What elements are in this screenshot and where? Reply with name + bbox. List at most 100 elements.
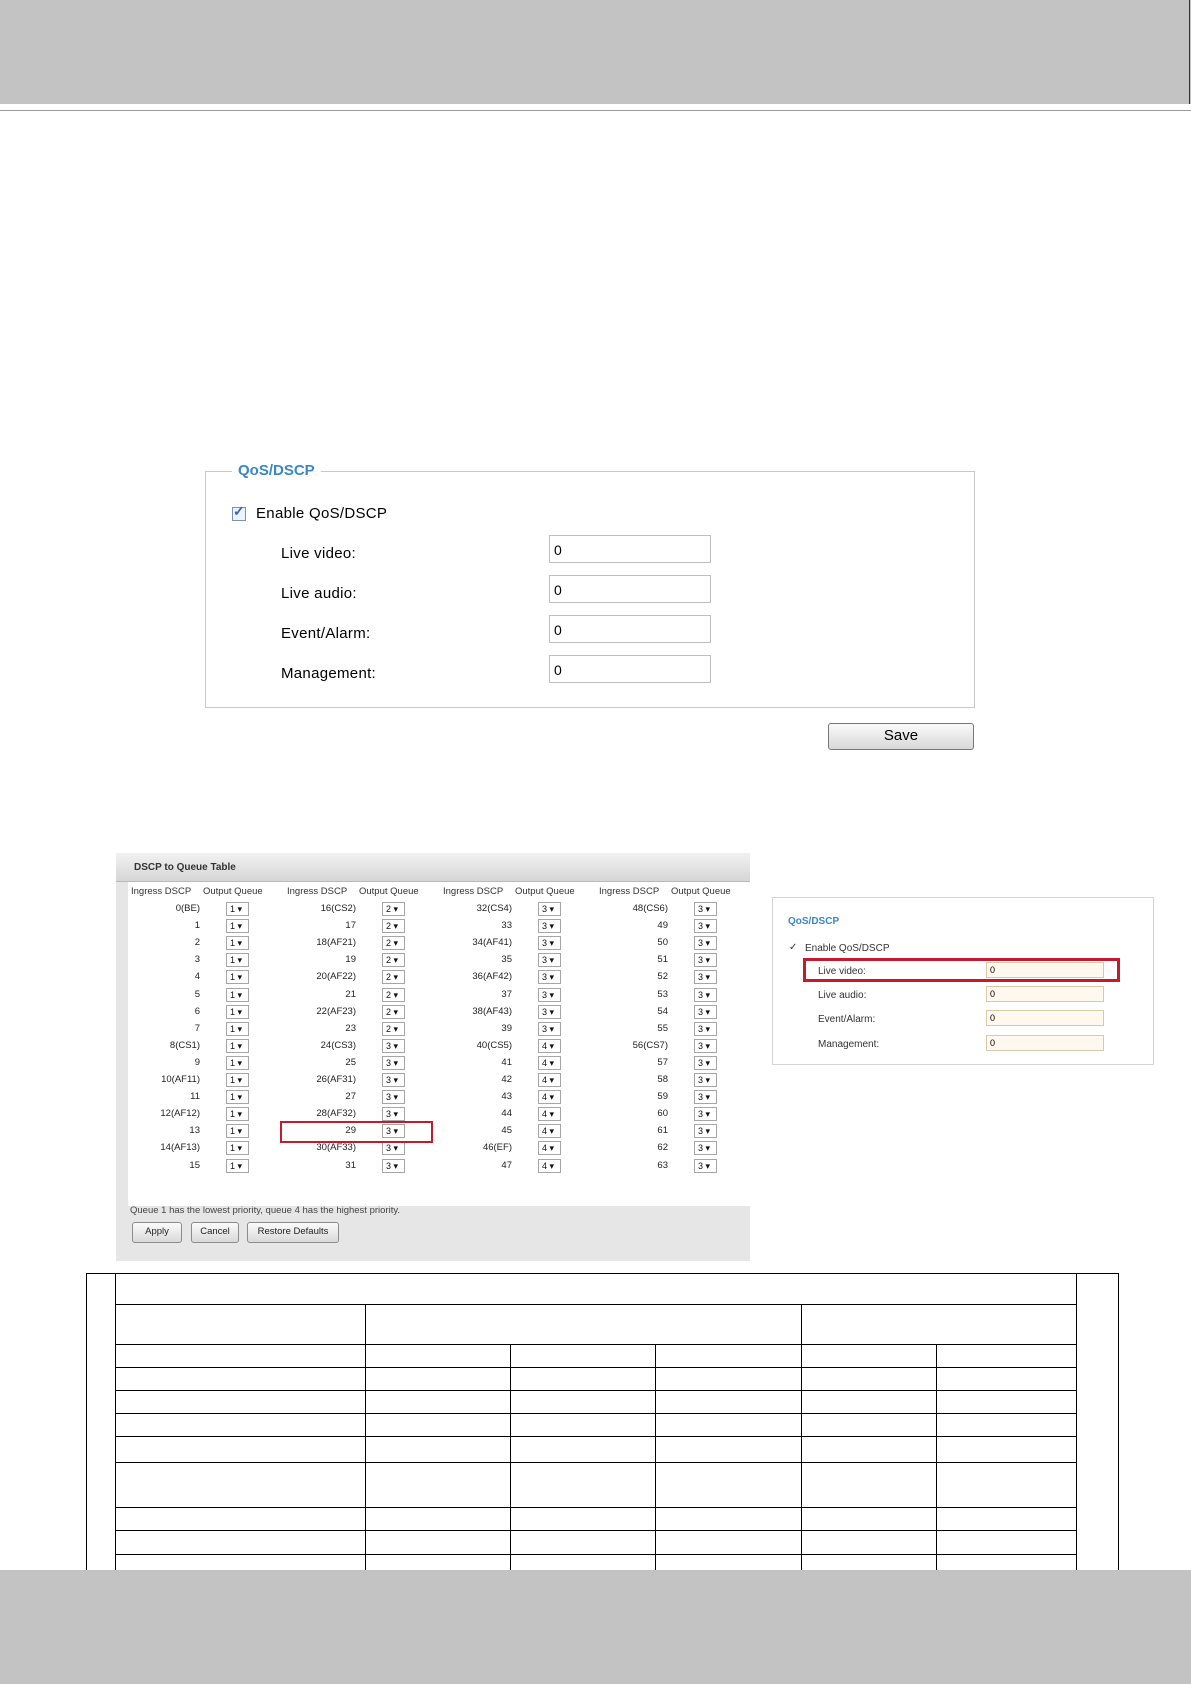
small-live-audio-input[interactable]: 0 (986, 986, 1104, 1002)
output-queue-select[interactable]: 3 ▾ (382, 1073, 405, 1087)
output-queue-select[interactable]: 1 ▾ (226, 1021, 249, 1036)
output-queue-select[interactable]: 1 ▾ (226, 1158, 249, 1173)
output-queue-select[interactable]: 3 ▾ (694, 970, 717, 985)
output-queue-select[interactable]: 1 ▾ (226, 970, 249, 985)
output-queue-select[interactable]: 3 ▾ (694, 1107, 717, 1122)
ingress-dscp-cell: 11 (190, 1091, 200, 1103)
output-queue-select[interactable]: 1 ▾ (226, 1141, 249, 1156)
output-queue-select[interactable]: 3 ▾ (538, 970, 561, 985)
output-queue-select[interactable]: 3 ▾ (694, 919, 717, 934)
output-queue-select[interactable]: 3 ▾ (694, 1004, 717, 1019)
apply-button[interactable]: Apply (132, 1222, 182, 1243)
ingress-dscp-cell: 28(AF32) (316, 1108, 356, 1120)
ingress-dscp-cell: 27 (345, 1091, 356, 1103)
output-queue-select[interactable]: 3 ▾ (382, 1090, 405, 1105)
output-queue-select[interactable]: 3 ▾ (382, 1141, 405, 1156)
output-queue-select[interactable]: 2 ▾ (382, 970, 405, 985)
output-queue-select[interactable]: 3 ▾ (382, 1107, 405, 1122)
output-queue-select[interactable]: 4 ▾ (538, 1107, 561, 1122)
output-queue-select[interactable]: 1 ▾ (226, 1107, 249, 1122)
output-queue-select[interactable]: 2 ▾ (382, 1021, 405, 1036)
table-cell (115, 1436, 366, 1463)
output-queue-select[interactable]: 3 ▾ (538, 902, 561, 916)
event-alarm-input[interactable]: 0 (549, 615, 711, 643)
output-queue-select[interactable]: 3 ▾ (694, 1141, 717, 1156)
output-queue-select[interactable]: 3 ▾ (382, 1055, 405, 1070)
output-queue-select[interactable]: 3 ▾ (694, 902, 717, 916)
output-queue-select[interactable]: 3 ▾ (694, 1090, 717, 1105)
output-queue-select[interactable]: 2 ▾ (382, 936, 405, 951)
table-cell (655, 1344, 803, 1368)
output-queue-select[interactable]: 1 ▾ (226, 1038, 249, 1053)
table-cell (801, 1507, 938, 1531)
output-queue-select[interactable]: 1 ▾ (226, 1055, 249, 1070)
output-queue-select[interactable]: 3 ▾ (694, 1038, 717, 1053)
output-queue-select[interactable]: 1 ▾ (226, 1073, 249, 1087)
table-cell (801, 1390, 938, 1414)
output-queue-select[interactable]: 3 ▾ (694, 1021, 717, 1036)
output-queue-select[interactable]: 1 ▾ (226, 936, 249, 951)
output-queue-select[interactable]: 1 ▾ (226, 1004, 249, 1019)
table-row (115, 1413, 1077, 1437)
small-management-input[interactable]: 0 (986, 1035, 1104, 1051)
cancel-button[interactable]: Cancel (191, 1222, 239, 1243)
output-queue-select[interactable]: 3 ▾ (694, 1158, 717, 1173)
ingress-dscp-cell: 8(CS1) (169, 1039, 200, 1051)
output-queue-select[interactable]: 4 ▾ (538, 1158, 561, 1173)
output-queue-select[interactable]: 2 ▾ (382, 953, 405, 968)
table-cell (509, 1413, 657, 1437)
output-queue-select[interactable]: 3 ▾ (694, 1073, 717, 1087)
header-divider (0, 110, 1191, 111)
ingress-dscp-cell: 33 (501, 920, 512, 932)
output-queue-select[interactable]: 1 ▾ (226, 953, 249, 968)
output-queue-select[interactable]: 4 ▾ (538, 1073, 561, 1087)
output-queue-select[interactable]: 3 ▾ (694, 953, 717, 968)
output-queue-select[interactable]: 4 ▾ (538, 1141, 561, 1156)
live-video-input[interactable]: 0 (549, 535, 711, 563)
output-queue-select[interactable]: 3 ▾ (694, 1055, 717, 1070)
output-queue-select[interactable]: 3 ▾ (382, 1158, 405, 1173)
table-cell (936, 1413, 1077, 1437)
table-cell (509, 1344, 657, 1368)
output-queue-select[interactable]: 3 ▾ (694, 1124, 717, 1139)
ingress-dscp-cell: 41 (501, 1056, 512, 1068)
table-cell (364, 1462, 511, 1508)
ingress-dscp-cell: 45 (501, 1125, 512, 1137)
ingress-dscp-cell: 1 (194, 920, 200, 932)
save-button[interactable]: Save (828, 723, 974, 750)
output-queue-select[interactable]: 3 ▾ (538, 936, 561, 951)
live-audio-input[interactable]: 0 (549, 575, 711, 603)
output-queue-select[interactable]: 3 ▾ (538, 1004, 561, 1019)
output-queue-select[interactable]: 2 ▾ (382, 987, 405, 1002)
output-queue-select[interactable]: 3 ▾ (694, 936, 717, 951)
output-queue-select[interactable]: 1 ▾ (226, 1124, 249, 1139)
output-queue-select[interactable]: 3 ▾ (382, 1038, 405, 1053)
output-queue-select[interactable]: 3 ▾ (538, 987, 561, 1002)
table-cell (364, 1530, 511, 1555)
management-input[interactable]: 0 (549, 655, 711, 683)
table-cell (364, 1304, 803, 1345)
output-queue-select[interactable]: 1 ▾ (226, 902, 249, 916)
output-queue-select[interactable]: 1 ▾ (226, 919, 249, 934)
small-event-alarm-input[interactable]: 0 (986, 1010, 1104, 1026)
output-queue-select[interactable]: 4 ▾ (538, 1090, 561, 1105)
ingress-dscp-cell: 42 (501, 1074, 512, 1085)
output-queue-select[interactable]: 4 ▾ (538, 1055, 561, 1070)
output-queue-select[interactable]: 2 ▾ (382, 902, 405, 916)
output-queue-select[interactable]: 3 ▾ (538, 953, 561, 968)
output-queue-select[interactable]: 3 ▾ (694, 987, 717, 1002)
output-queue-select[interactable]: 2 ▾ (382, 1004, 405, 1019)
table-row (115, 1507, 1077, 1531)
output-queue-select[interactable]: 3 ▾ (538, 1021, 561, 1036)
table-cell (364, 1413, 511, 1437)
output-queue-select[interactable]: 1 ▾ (226, 1090, 249, 1105)
output-queue-select[interactable]: 3 ▾ (538, 919, 561, 934)
output-queue-select[interactable]: 4 ▾ (538, 1038, 561, 1053)
output-queue-select[interactable]: 2 ▾ (382, 919, 405, 934)
restore-defaults-button[interactable]: Restore Defaults (247, 1222, 339, 1243)
header-band (0, 0, 1191, 104)
output-queue-select[interactable]: 4 ▾ (538, 1124, 561, 1139)
empty-grid-table (115, 1273, 1077, 1604)
check-mark-icon: ✓ (789, 942, 798, 953)
output-queue-select[interactable]: 1 ▾ (226, 987, 249, 1002)
